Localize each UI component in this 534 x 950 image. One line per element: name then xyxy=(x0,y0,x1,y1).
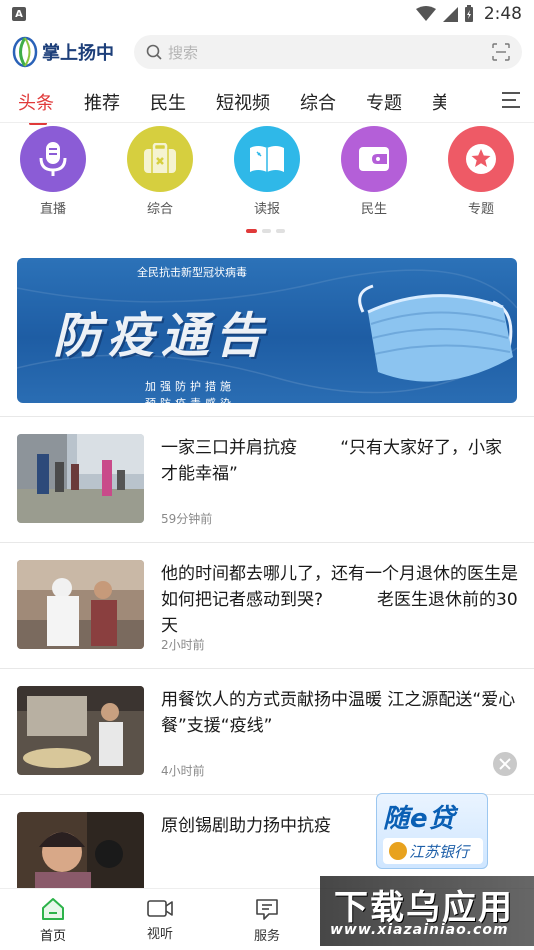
nav-media[interactable]: 视听 xyxy=(130,897,190,942)
news-title: 用餐饮人的方式贡献扬中温暖 江之源配送“爱心餐”支援“疫线” xyxy=(161,690,516,736)
tab-topics[interactable]: 专题 xyxy=(366,89,402,115)
epidemic-banner[interactable]: 全民抗击新型冠状病毒 防疫通告 加强防护措施 预防疫毒感染 xyxy=(17,258,517,403)
tab-recommend[interactable]: 推荐 xyxy=(84,89,120,115)
tab-general[interactable]: 综合 xyxy=(300,89,336,115)
status-bar: A 2:48 xyxy=(0,0,534,28)
ad-bank-tag: 江苏银行 xyxy=(383,838,483,864)
news-time: 4小时前 xyxy=(161,764,205,778)
nav-label: 视听 xyxy=(146,927,173,942)
news-title: 一家三口并肩抗疫 “只有大家好了，小家才能幸福” xyxy=(161,438,503,484)
microphone-icon xyxy=(20,126,86,192)
category-general[interactable]: 综合 xyxy=(127,126,193,226)
news-thumbnail xyxy=(17,686,144,775)
wifi-icon xyxy=(415,6,436,21)
watermark-url: www.xiazainiao.com xyxy=(330,922,509,938)
search-input[interactable]: 搜索 xyxy=(134,35,522,69)
news-thumbnail xyxy=(17,434,144,523)
app-screen: A 2:48 掌上扬中 搜索 头条 推荐 民生 短视频 综合 专题 美 直播 综… xyxy=(0,0,534,950)
ad-bank-name: 江苏银行 xyxy=(409,842,470,861)
tab-partial[interactable]: 美 xyxy=(432,89,446,115)
carousel-dot xyxy=(262,229,271,233)
scan-icon[interactable] xyxy=(492,43,510,61)
app-logo[interactable]: 掌上扬中 xyxy=(12,35,124,69)
ad-title: 随e贷 xyxy=(383,804,456,834)
nav-home[interactable]: 首页 xyxy=(23,897,83,944)
category-livelihood[interactable]: 民生 xyxy=(341,126,407,226)
news-time: 59分钟前 xyxy=(161,512,213,526)
logo-text: 掌上扬中 xyxy=(42,43,114,64)
nav-services[interactable]: 服务 xyxy=(237,897,297,944)
divider xyxy=(0,122,534,123)
banner-line: 加强防护措施 xyxy=(145,380,235,393)
news-item[interactable]: 一家三口并肩抗疫 “只有大家好了，小家才能幸福” 59分钟前 xyxy=(0,417,534,543)
channel-menu-icon[interactable] xyxy=(502,92,520,108)
news-item[interactable]: 他的时间都去哪儿了，还有一个月退休的医生是如何把记者感动到哭? 老医生退休前的3… xyxy=(0,543,534,669)
tab-livelihood[interactable]: 民生 xyxy=(150,89,186,115)
logo-icon xyxy=(12,36,38,68)
close-icon xyxy=(499,758,511,770)
tab-short-video[interactable]: 短视频 xyxy=(216,89,270,115)
search-placeholder: 搜索 xyxy=(168,43,199,62)
banner-line: 预防疫毒感染 xyxy=(145,395,235,403)
category-topics[interactable]: 专题 xyxy=(448,126,514,226)
site-watermark: 下载乌应用 www.xiazainiao.com xyxy=(320,876,534,946)
carousel-dot-active xyxy=(246,229,257,233)
category-label: 直播 xyxy=(39,202,66,217)
signal-icon xyxy=(442,7,458,22)
clock: 2:48 xyxy=(483,4,522,24)
home-icon xyxy=(42,898,64,920)
banner-subtitle: 全民抗击新型冠状病毒 xyxy=(137,266,247,279)
battery-icon xyxy=(464,5,473,22)
category-live[interactable]: 直播 xyxy=(20,126,86,226)
close-ad-button[interactable] xyxy=(493,752,517,776)
channel-tabs: 头条 推荐 民生 短视频 综合 专题 美 xyxy=(0,82,534,125)
tab-headlines[interactable]: 头条 xyxy=(18,89,54,125)
news-time: 2小时前 xyxy=(161,638,205,652)
category-label: 专题 xyxy=(467,202,494,217)
floating-bank-ad[interactable]: 随e贷 江苏银行 xyxy=(376,793,488,869)
search-icon xyxy=(146,44,162,60)
wallet-icon xyxy=(341,126,407,192)
briefcase-icon xyxy=(127,126,193,192)
category-grid: 直播 综合 读报 民生 专题 xyxy=(0,126,534,226)
bank-logo-icon xyxy=(389,842,407,860)
notification-badge: A xyxy=(12,7,26,21)
category-label: 读报 xyxy=(253,202,280,217)
nav-label: 首页 xyxy=(39,929,66,944)
nav-label: 服务 xyxy=(253,929,280,944)
news-item[interactable]: 用餐饮人的方式贡献扬中温暖 江之源配送“爱心餐”支援“疫线” 4小时前 xyxy=(0,669,534,795)
video-camera-icon xyxy=(147,900,173,917)
carousel-indicator xyxy=(246,229,285,233)
app-header: 掌上扬中 搜索 xyxy=(0,30,534,74)
category-label: 民生 xyxy=(360,202,387,217)
message-icon xyxy=(256,899,278,920)
face-mask-image xyxy=(358,284,513,382)
news-title: 他的时间都去哪儿了，还有一个月退休的医生是如何把记者感动到哭? 老医生退休前的3… xyxy=(161,564,518,636)
category-newspaper[interactable]: 读报 xyxy=(234,126,300,226)
category-label: 综合 xyxy=(146,202,173,217)
banner-headline: 防疫通告 xyxy=(53,308,270,364)
star-icon xyxy=(448,126,514,192)
news-thumbnail xyxy=(17,560,144,649)
carousel-dot xyxy=(276,229,285,233)
book-icon xyxy=(234,126,300,192)
